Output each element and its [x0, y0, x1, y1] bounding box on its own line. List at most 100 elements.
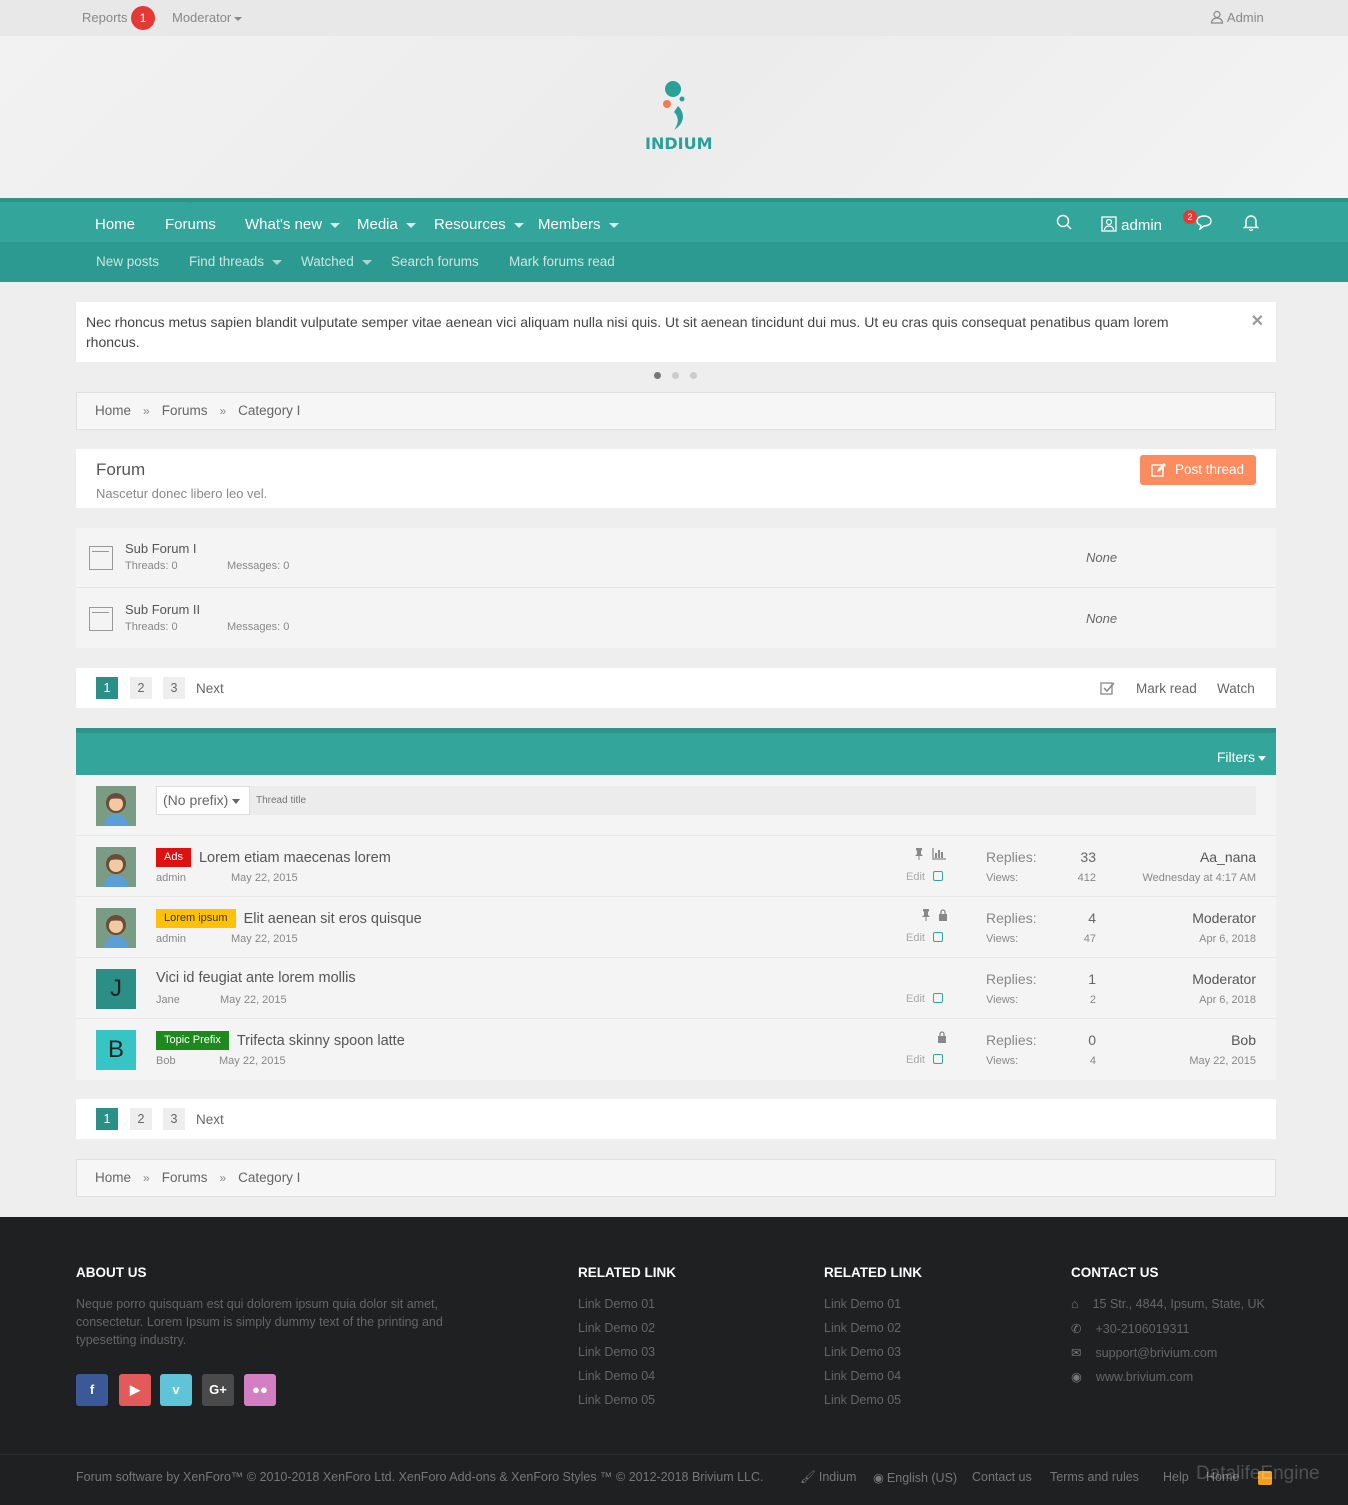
last-post-date[interactable]: Wednesday at 4:17 AM — [1142, 872, 1256, 884]
filters-menu[interactable]: Filters — [1217, 749, 1266, 765]
avatar[interactable] — [96, 786, 136, 826]
mark-read-link[interactable]: Mark read — [1136, 681, 1197, 696]
thread-prefix[interactable]: Topic Prefix — [156, 1031, 229, 1050]
last-post-user[interactable]: Aa_nana — [1200, 849, 1256, 865]
thread-title[interactable]: Ads Lorem etiam maecenas lorem — [156, 848, 391, 867]
terms-link[interactable]: Terms and rules — [1050, 1470, 1139, 1484]
nav-whats-new[interactable]: What's new — [245, 216, 341, 233]
conversations-icon[interactable] — [1195, 214, 1213, 234]
page-link[interactable]: 3 — [163, 677, 185, 699]
avatar[interactable]: B — [96, 1030, 136, 1070]
close-icon[interactable]: ✕ — [1251, 312, 1264, 332]
reports-link[interactable]: Reports — [82, 10, 128, 25]
style-chooser-link[interactable]: 🖌 Indium — [800, 1470, 856, 1485]
thread-title[interactable]: Topic Prefix Trifecta skinny spoon latte — [156, 1031, 405, 1050]
language-chooser-link[interactable]: ◉ English (US) — [873, 1470, 957, 1485]
subforum-title[interactable]: Sub Forum II — [125, 602, 200, 617]
subnav-search-forums[interactable]: Search forums — [391, 254, 479, 269]
caret-down-icon[interactable] — [272, 259, 283, 265]
page-link[interactable]: 2 — [130, 677, 152, 699]
nav-home[interactable]: Home — [95, 216, 135, 233]
watch-link[interactable]: Watch — [1217, 681, 1255, 696]
google-plus-icon[interactable]: G+ — [202, 1374, 234, 1406]
thread-title[interactable]: Vici id feugiat ante lorem mollis — [156, 970, 356, 986]
avatar[interactable] — [96, 847, 136, 887]
next-page-link[interactable]: Next — [196, 681, 224, 696]
breadcrumb-category[interactable]: Category I — [238, 1170, 300, 1185]
carousel-dot[interactable] — [690, 372, 697, 379]
nav-user-menu[interactable]: admin — [1101, 216, 1162, 234]
footer-link[interactable]: Link Demo 02 — [824, 1321, 901, 1335]
breadcrumb-forums[interactable]: Forums — [162, 403, 208, 418]
nav-members[interactable]: Members — [538, 216, 619, 233]
thread-edit[interactable]: Edit — [906, 993, 943, 1005]
prefix-select[interactable]: (No prefix) — [156, 786, 250, 815]
nav-forums[interactable]: Forums — [165, 216, 216, 233]
page-link[interactable]: 1 — [96, 1108, 118, 1130]
vimeo-icon[interactable]: v — [160, 1374, 192, 1406]
select-checkbox[interactable] — [932, 932, 943, 942]
facebook-icon[interactable]: f — [76, 1374, 108, 1406]
caret-down-icon[interactable] — [608, 222, 619, 228]
nav-resources[interactable]: Resources — [434, 216, 524, 233]
footer-link[interactable]: Link Demo 03 — [578, 1345, 655, 1359]
last-post-date[interactable]: Apr 6, 2018 — [1199, 994, 1256, 1006]
thread-author[interactable]: Bob — [156, 1055, 176, 1067]
avatar[interactable] — [96, 908, 136, 948]
thread-author[interactable]: Jane — [156, 994, 180, 1006]
next-page-link[interactable]: Next — [196, 1112, 224, 1127]
thread-edit[interactable]: Edit — [906, 1054, 943, 1066]
subnav-mark-forums-read[interactable]: Mark forums read — [509, 254, 615, 269]
footer-link[interactable]: Link Demo 05 — [824, 1393, 901, 1407]
last-post-user[interactable]: Moderator — [1192, 910, 1256, 926]
subforum-title[interactable]: Sub Forum I — [125, 541, 197, 556]
moderator-menu[interactable]: Moderator — [172, 10, 243, 25]
thread-edit[interactable]: Edit — [906, 932, 943, 944]
avatar[interactable]: J — [96, 969, 136, 1009]
thread-prefix[interactable]: Ads — [156, 848, 191, 867]
caret-down-icon[interactable] — [330, 222, 341, 228]
footer-link[interactable]: Link Demo 02 — [578, 1321, 655, 1335]
thread-edit[interactable]: Edit — [906, 871, 943, 883]
thread-title[interactable]: Lorem ipsum Elit aenean sit eros quisque — [156, 909, 422, 928]
footer-link[interactable]: Link Demo 04 — [578, 1369, 655, 1383]
select-checkbox[interactable] — [932, 1054, 943, 1064]
footer-link[interactable]: Link Demo 03 — [824, 1345, 901, 1359]
caret-down-icon[interactable] — [361, 259, 372, 265]
select-checkbox[interactable] — [932, 871, 943, 881]
last-post-user[interactable]: Moderator — [1192, 971, 1256, 987]
breadcrumb-home[interactable]: Home — [95, 1170, 131, 1185]
select-checkbox[interactable] — [932, 993, 943, 1003]
footer-link[interactable]: Link Demo 04 — [824, 1369, 901, 1383]
caret-down-icon[interactable] — [405, 222, 416, 228]
page-link[interactable]: 3 — [163, 1108, 185, 1130]
search-icon[interactable] — [1056, 214, 1072, 234]
last-post-date[interactable]: May 22, 2015 — [1189, 1055, 1256, 1067]
carousel-dot[interactable] — [654, 372, 661, 379]
last-post-date[interactable]: Apr 6, 2018 — [1199, 933, 1256, 945]
breadcrumb-home[interactable]: Home — [95, 403, 131, 418]
breadcrumb-category[interactable]: Category I — [238, 403, 300, 418]
post-thread-button[interactable]: Post thread — [1140, 455, 1256, 485]
caret-down-icon[interactable] — [513, 222, 524, 228]
carousel-dot[interactable] — [672, 372, 679, 379]
page-link[interactable]: 1 — [96, 677, 118, 699]
thread-title-input[interactable] — [250, 786, 1256, 815]
admin-account-link[interactable]: Admin — [1210, 10, 1264, 25]
last-post-user[interactable]: Bob — [1231, 1032, 1256, 1048]
contact-website[interactable]: ◉ www.brivium.com — [1071, 1369, 1193, 1384]
footer-link[interactable]: Link Demo 01 — [824, 1297, 901, 1311]
bell-icon[interactable] — [1242, 213, 1260, 235]
page-link[interactable]: 2 — [130, 1108, 152, 1130]
thread-author[interactable]: admin — [156, 933, 186, 945]
contact-email[interactable]: ✉ support@brivium.com — [1071, 1345, 1217, 1360]
subnav-watched[interactable]: Watched — [301, 254, 372, 269]
subnav-find-threads[interactable]: Find threads — [189, 254, 283, 269]
contact-us-link[interactable]: Contact us — [972, 1470, 1032, 1484]
footer-link[interactable]: Link Demo 01 — [578, 1297, 655, 1311]
nav-media[interactable]: Media — [357, 216, 416, 233]
site-logo[interactable]: INDIUM — [640, 80, 713, 160]
breadcrumb-forums[interactable]: Forums — [162, 1170, 208, 1185]
help-link[interactable]: Help — [1163, 1470, 1189, 1484]
subnav-new-posts[interactable]: New posts — [96, 254, 159, 269]
